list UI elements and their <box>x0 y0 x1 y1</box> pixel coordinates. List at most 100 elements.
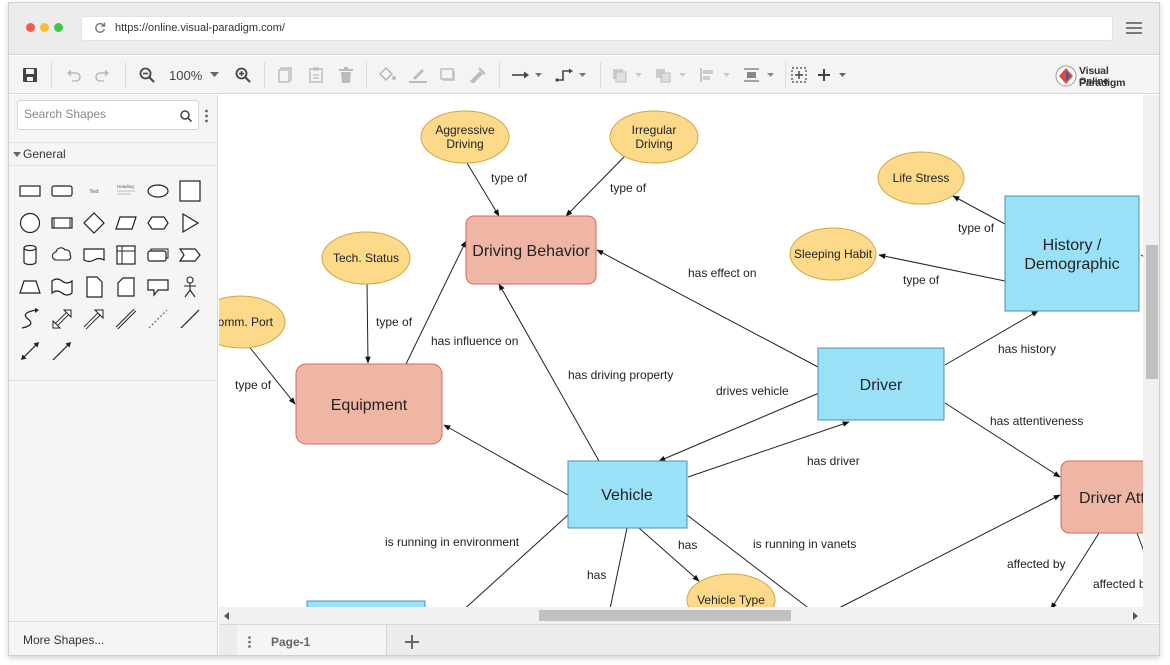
card-shape[interactable] <box>114 275 138 299</box>
paste-button[interactable] <box>305 64 327 86</box>
node-driver[interactable]: Driver <box>817 347 945 421</box>
node-equipment[interactable]: Equipment <box>295 363 443 445</box>
node-driver-attention[interactable]: Driver Attention <box>1060 460 1143 534</box>
format-painter-button[interactable] <box>466 64 488 86</box>
maximize-window-button[interactable] <box>54 23 63 32</box>
close-window-button[interactable] <box>26 23 35 32</box>
edge-techstatus-equipment[interactable] <box>365 282 371 364</box>
process-shape[interactable] <box>50 211 74 235</box>
ellipse-shape[interactable] <box>146 179 170 203</box>
cloud-shape[interactable] <box>50 243 74 267</box>
curve-shape[interactable] <box>18 307 42 331</box>
edge-driver-history[interactable] <box>944 310 1039 366</box>
zoom-dropdown[interactable] <box>208 64 220 86</box>
text-shape[interactable]: Text <box>82 179 106 203</box>
save-button[interactable] <box>19 64 41 86</box>
callout-shape[interactable] <box>146 275 170 299</box>
link-shape[interactable] <box>114 307 138 331</box>
node-tech-status[interactable]: Tech. Status <box>321 231 411 285</box>
directional-connector-shape[interactable] <box>50 339 74 363</box>
waypoint-style-button[interactable] <box>553 64 589 86</box>
more-shapes-button[interactable]: More Shapes... <box>9 621 217 655</box>
zoom-out-button[interactable] <box>136 64 158 86</box>
circle-shape[interactable] <box>18 211 42 235</box>
actor-shape[interactable] <box>178 275 202 299</box>
zoom-in-button[interactable] <box>232 64 254 86</box>
square-shape[interactable] <box>178 179 202 203</box>
distribute-button[interactable] <box>741 64 777 86</box>
browser-menu-icon[interactable] <box>1126 21 1142 35</box>
address-bar[interactable]: https://online.visual-paradigm.com/ <box>81 16 1113 41</box>
heading-shape[interactable]: Heading <box>114 179 138 203</box>
triangle-shape[interactable] <box>178 211 202 235</box>
arrow-shape[interactable] <box>82 307 106 331</box>
tape-shape[interactable] <box>50 275 74 299</box>
edge-history-sleeping-habit[interactable] <box>878 253 1006 282</box>
node-vehicle[interactable]: Vehicle <box>567 460 688 529</box>
palette-section-general[interactable]: General <box>9 142 217 166</box>
arrange-button[interactable] <box>609 64 645 86</box>
connector-style-button[interactable] <box>509 64 545 86</box>
internal-storage-shape[interactable] <box>114 243 138 267</box>
minimize-window-button[interactable] <box>40 23 49 32</box>
group-button[interactable] <box>653 64 689 86</box>
horizontal-scroll-thumb[interactable] <box>539 610 791 621</box>
line-color-button[interactable] <box>407 64 429 86</box>
vertical-scrollbar[interactable] <box>1143 95 1159 623</box>
sidebar-menu-icon[interactable] <box>205 109 208 123</box>
edge-label: has effect on <box>688 266 757 280</box>
zoom-level[interactable]: 100% <box>169 68 202 83</box>
document-shape[interactable] <box>82 243 106 267</box>
reload-icon[interactable] <box>94 22 106 34</box>
rounded-rectangle-shape[interactable] <box>50 179 74 203</box>
hexagon-shape[interactable] <box>146 211 170 235</box>
node-comm-port[interactable]: Comm. Port <box>219 295 286 349</box>
edge-vehicle-driver[interactable] <box>687 421 850 478</box>
vertical-scroll-thumb[interactable] <box>1146 245 1158 379</box>
card-stack-shape[interactable] <box>146 243 170 267</box>
scroll-left-icon[interactable] <box>223 612 231 620</box>
page-menu-icon[interactable] <box>248 636 251 648</box>
driver-label: Driver <box>860 377 903 394</box>
redo-button[interactable] <box>91 64 113 86</box>
edge-commport-equipment[interactable] <box>246 343 296 405</box>
shadow-button[interactable] <box>437 64 459 86</box>
align-button[interactable] <box>697 64 733 86</box>
edge-driver-vehicle[interactable] <box>658 392 820 462</box>
node-aggressive-driving[interactable]: Aggressive Driving <box>420 110 510 164</box>
diagram-canvas[interactable]: Aggressive Driving Irregular Driving Life … <box>219 95 1143 623</box>
node-life-stress[interactable]: Life Stress <box>877 151 965 205</box>
edge-history-life-stress[interactable] <box>952 195 1006 225</box>
edge-vehicle-vehicle-type[interactable] <box>638 527 700 582</box>
node-irregular-driving[interactable]: Irregular Driving <box>609 110 699 164</box>
bidirectional-arrow-shape[interactable] <box>50 307 74 331</box>
note-shape[interactable] <box>82 275 106 299</box>
fill-color-button[interactable] <box>377 64 399 86</box>
search-icon[interactable] <box>180 110 192 122</box>
node-driving-behavior[interactable]: Driving Behavior <box>465 215 597 285</box>
node-history-demographic[interactable]: History / Demographic <box>1004 195 1140 312</box>
node-sleeping-habit[interactable]: Sleeping Habit <box>789 227 877 281</box>
edge-vehicle-equipment[interactable] <box>443 424 569 496</box>
horizontal-scrollbar[interactable] <box>219 607 1143 624</box>
search-input[interactable] <box>24 107 174 121</box>
add-page-icon[interactable] <box>401 631 423 653</box>
trapezoid-shape[interactable] <box>18 275 42 299</box>
copy-button[interactable] <box>274 64 296 86</box>
dashed-line-shape[interactable] <box>146 307 170 331</box>
delete-button[interactable] <box>335 64 357 86</box>
edge-driver-attention-affected-1[interactable] <box>1050 532 1100 610</box>
parallelogram-shape[interactable] <box>114 211 138 235</box>
diamond-shape[interactable] <box>82 211 106 235</box>
line-shape[interactable] <box>178 307 202 331</box>
undo-button[interactable] <box>63 64 85 86</box>
step-shape[interactable] <box>178 243 202 267</box>
rectangle-shape[interactable] <box>18 179 42 203</box>
add-button[interactable] <box>815 64 851 86</box>
bidirectional-connector-shape[interactable] <box>18 339 42 363</box>
select-area-button[interactable] <box>788 64 810 86</box>
cylinder-shape[interactable] <box>18 243 42 267</box>
scroll-right-icon[interactable] <box>1131 612 1139 620</box>
edge-vanets-driver-attention[interactable] <box>834 494 1061 611</box>
page-tab[interactable]: Page-1 <box>237 625 387 655</box>
